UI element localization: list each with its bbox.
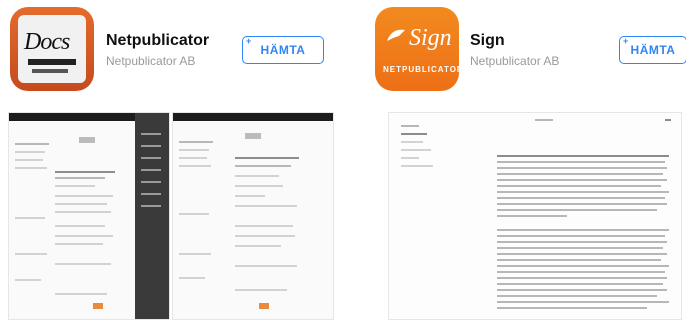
app-store-results: Docs Netpublicator Netpublicator AB + HÄ… <box>0 0 686 320</box>
sign-icon-brand: NETPUBLICATOR <box>383 65 459 74</box>
docs-icon-text: Docs <box>24 29 70 55</box>
get-button-label: HÄMTA <box>630 43 676 57</box>
app-title[interactable]: Netpublicator <box>106 32 209 50</box>
get-button[interactable]: + HÄMTA <box>242 36 324 64</box>
docs-app-icon[interactable]: Docs <box>10 7 94 91</box>
app-screenshot[interactable] <box>8 112 170 320</box>
app-developer: Netpublicator AB <box>106 54 196 68</box>
app-screenshot[interactable] <box>388 112 682 320</box>
app-developer: Netpublicator AB <box>470 54 560 68</box>
get-button-label: HÄMTA <box>260 43 306 57</box>
app-screenshot[interactable] <box>172 112 334 320</box>
pen-icon <box>387 29 405 41</box>
plus-icon: + <box>623 36 629 46</box>
sign-app-icon[interactable]: Sign NETPUBLICATOR <box>375 7 459 91</box>
app-title[interactable]: Sign <box>470 32 505 50</box>
sign-icon-text: Sign <box>409 25 452 51</box>
get-button[interactable]: + HÄMTA <box>619 36 686 64</box>
app-card-netpublicator[interactable]: Docs Netpublicator Netpublicator AB + HÄ… <box>0 0 343 320</box>
plus-icon: + <box>246 36 252 46</box>
screenshot-side-menu <box>135 113 169 319</box>
